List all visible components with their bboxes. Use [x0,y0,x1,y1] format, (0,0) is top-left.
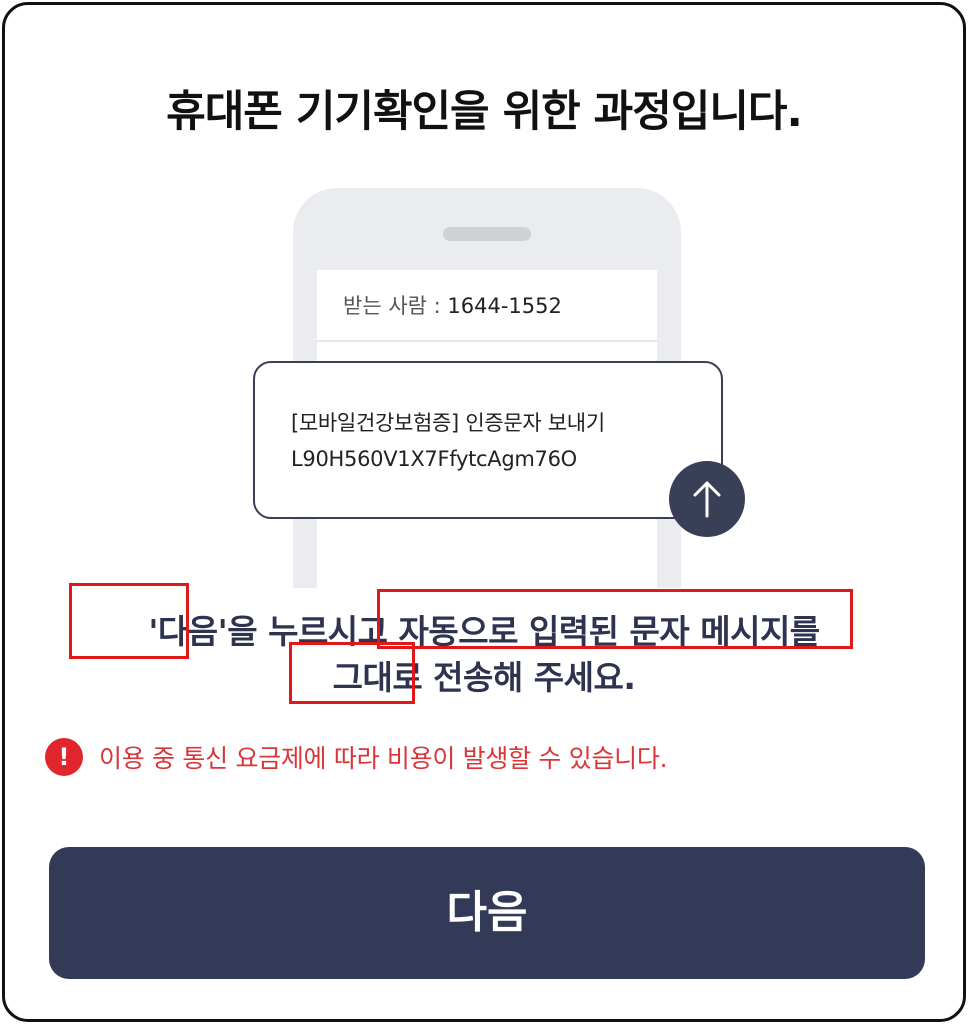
highlight-next-word [69,583,189,659]
phone-speaker [443,227,531,241]
highlight-as-is [289,642,415,704]
recipient-label: 받는 사람 : [343,294,448,318]
recipient-number: 1644-1552 [447,294,562,318]
message-line-1: [모바일건강보험증] 인증문자 보내기 [291,411,605,435]
send-message-button [669,461,745,537]
sms-message-card: [모바일건강보험증] 인증문자 보내기 L90H560V1X7FfytcAgm7… [253,361,723,519]
page-title: 휴대폰 기기확인을 위한 과정입니다. [166,87,803,137]
exclamation-icon: ! [45,738,83,776]
dialog-frame: 휴대폰 기기확인을 위한 과정입니다. 받는 사람 : 1644-1552 [모… [2,2,966,1022]
next-button[interactable]: 다음 [49,847,925,979]
cost-warning: ! 이용 중 통신 요금제에 따라 비용이 발생할 수 있습니다. [45,737,668,777]
recipient-row: 받는 사람 : 1644-1552 [317,270,657,342]
arrow-up-icon [693,481,721,518]
message-line-2: L90H560V1X7FfytcAgm76O [291,447,577,471]
highlight-auto-message [377,589,853,649]
warning-text: 이용 중 통신 요금제에 따라 비용이 발생할 수 있습니다. [99,744,668,773]
